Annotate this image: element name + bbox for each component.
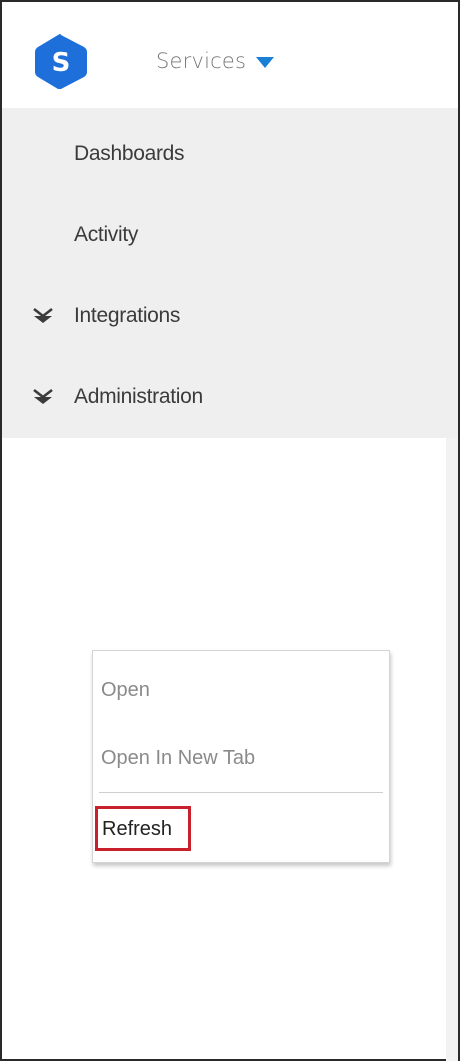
sidebar-item-label: Administration xyxy=(74,385,203,408)
menu-item-label: Open In New Tab xyxy=(101,746,256,769)
menu-item-label: Open xyxy=(101,678,150,701)
sidebar-nav: Dashboards Activity Integrations Adminis… xyxy=(2,108,458,438)
sidebar-item-label: Integrations xyxy=(74,304,181,327)
menu-item-open-in-new-tab[interactable]: Open In New Tab xyxy=(93,732,389,784)
top-bar: S Services xyxy=(2,2,458,108)
services-dropdown[interactable]: Services xyxy=(156,48,275,74)
menu-item-open[interactable]: Open xyxy=(93,664,389,716)
sidebar-item-label: Dashboards xyxy=(74,142,185,165)
menu-item-refresh[interactable]: Refresh xyxy=(93,803,389,855)
sidebar-item-label: Activity xyxy=(74,223,139,246)
sidebar-item-activity[interactable]: Activity xyxy=(2,205,458,265)
double-chevron-down-icon xyxy=(32,305,54,327)
sidebar-item-integrations[interactable]: Integrations xyxy=(2,286,458,346)
context-menu: Open Open In New Tab Refresh xyxy=(92,650,390,863)
hexagon-logo-icon: S xyxy=(35,34,87,89)
sidebar-item-administration[interactable]: Administration xyxy=(2,367,458,427)
logo-letter: S xyxy=(52,48,71,78)
menu-divider xyxy=(99,792,383,793)
caret-down-icon xyxy=(256,56,275,68)
app-window: S Services Dashboards Activity Integrati… xyxy=(0,0,460,1061)
double-chevron-down-icon xyxy=(32,386,54,408)
menu-item-label: Refresh xyxy=(102,817,173,840)
services-label: Services xyxy=(156,49,247,73)
scroll-gutter xyxy=(446,438,458,1061)
app-logo[interactable]: S xyxy=(34,33,88,91)
sidebar-item-dashboards[interactable]: Dashboards xyxy=(2,124,458,184)
